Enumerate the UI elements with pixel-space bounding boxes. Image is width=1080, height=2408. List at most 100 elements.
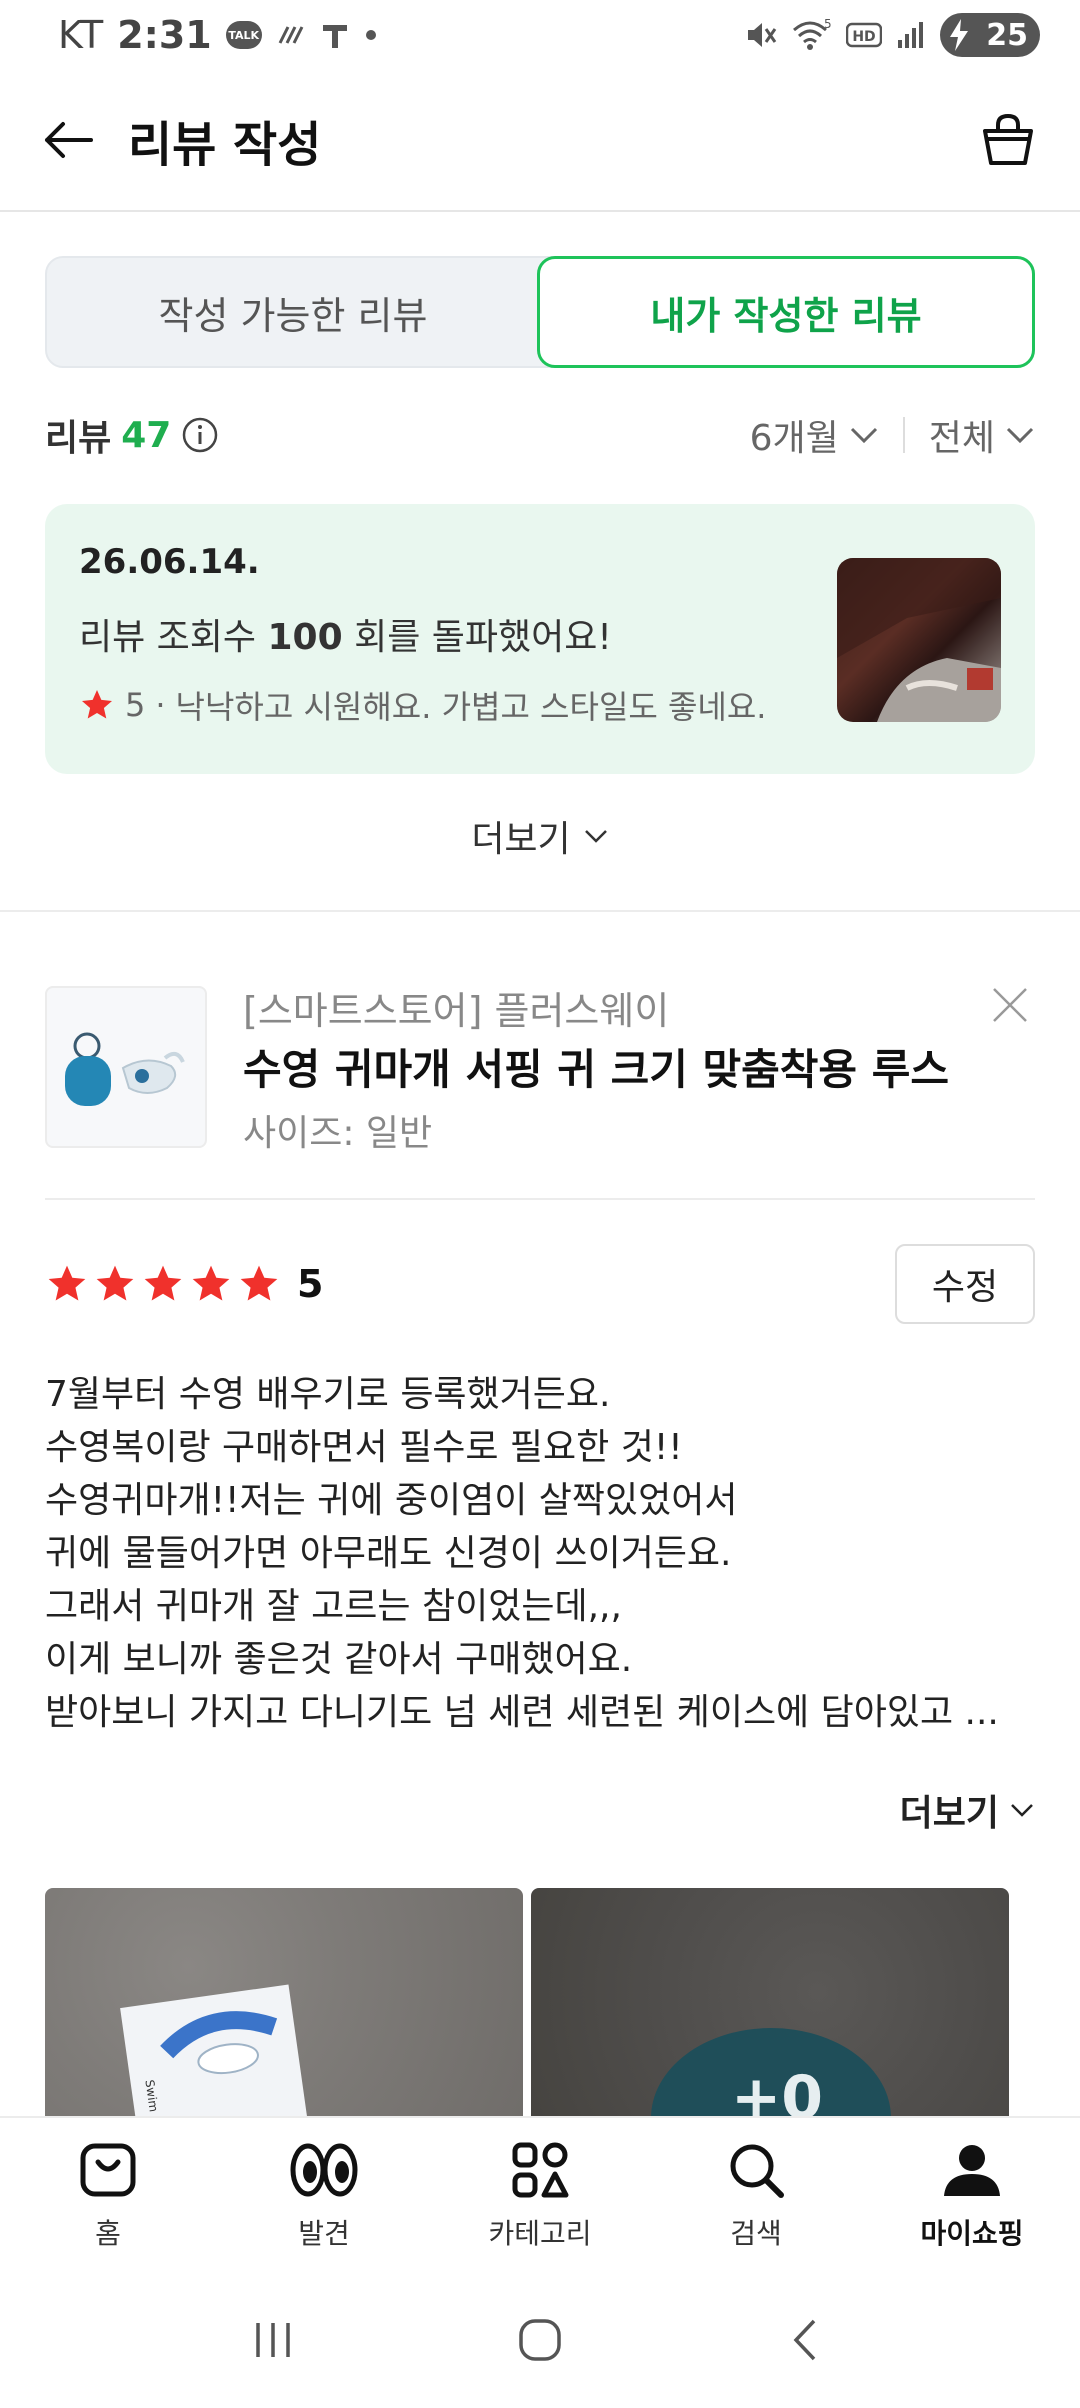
review-milestone-card[interactable]: 26.06.14. 리뷰 조회수 100 회를 돌파했어요! 5 · 낙낙하고 … — [45, 504, 1035, 774]
star-icon — [192, 1265, 230, 1301]
back-chevron-icon — [793, 2319, 815, 2361]
star-icon — [96, 1265, 134, 1301]
more-label: 더보기 — [471, 819, 571, 860]
filters: 6개월 전체 — [750, 409, 1035, 461]
product-thumbnail[interactable] — [45, 986, 207, 1148]
status-left: KT 2:31 TALK — [58, 13, 378, 57]
charging-bolt-icon — [950, 19, 968, 51]
review-count-label: 리뷰 — [45, 418, 112, 459]
review-photo[interactable]: +0 — [531, 1888, 1009, 2118]
home-circle-icon — [519, 2319, 561, 2361]
bottom-navigation: 홈 발견 카테고리 검색 마이쇼핑 — [0, 2116, 1080, 2276]
product-name[interactable]: 수영 귀마개 서핑 귀 크기 맞춤착용 루스 — [243, 1036, 949, 1097]
hd-icon: HD — [846, 21, 882, 49]
page-title: 리뷰 작성 — [128, 117, 322, 173]
review-line: 수영복이랑 구매하면서 필수로 필요한 것!! — [45, 1427, 683, 1468]
notice-separator: · — [155, 686, 166, 724]
eyes-icon — [290, 2143, 358, 2197]
review-line: 이게 보니까 좋은것 같아서 구매했어요. — [45, 1639, 633, 1680]
mute-icon — [744, 18, 778, 52]
store-name: [스마트스토어] 플러스웨이 — [243, 989, 670, 1033]
search-icon — [730, 2144, 784, 2198]
info-icon[interactable] — [181, 416, 219, 454]
review-count-row: 리뷰 47 6개월 전체 — [45, 400, 1035, 470]
star-icon — [144, 1265, 182, 1301]
review-line: 귀에 물들어가면 아무래도 신경이 쓰이거든요. — [45, 1533, 732, 1574]
nav-discover[interactable]: 발견 — [216, 2118, 432, 2276]
nav-label: 발견 — [298, 2217, 350, 2250]
wifi-badge: 5 — [824, 18, 832, 31]
edit-review-button[interactable]: 수정 — [895, 1244, 1035, 1324]
battery-level: 25 — [986, 17, 1028, 53]
nav-label: 마이쇼핑 — [920, 2217, 1024, 2250]
system-back-button[interactable] — [782, 2315, 832, 2369]
app-header: 리뷰 작성 — [0, 70, 1080, 212]
nav-search[interactable]: 검색 — [648, 2118, 864, 2276]
close-button[interactable] — [985, 980, 1035, 1030]
star-icon — [82, 690, 112, 719]
notice-message-count: 100 — [267, 617, 343, 658]
review-line: 받아보니 가지고 다니기도 넘 세련 세련된 케이스에 담아있고 ... — [45, 1692, 999, 1733]
notice-snippet-text: 낙낙하고 시원해요. 가볍고 스타일도 좋네요. — [175, 688, 767, 726]
product-info: [스마트스토어] 플러스웨이 수영 귀마개 서핑 귀 크기 맞춤착용 루스 사이… — [45, 980, 1035, 1154]
review-more-button[interactable]: 더보기 — [900, 1784, 1035, 1836]
notice-more-button[interactable]: 더보기 — [0, 806, 1080, 866]
nav-label: 검색 — [730, 2217, 782, 2250]
section-divider — [0, 910, 1080, 912]
review-photos: Swim +0 — [45, 1888, 1035, 2118]
clock: 2:31 — [117, 13, 212, 57]
t-icon — [320, 20, 350, 50]
recent-apps-button[interactable] — [248, 2315, 298, 2369]
person-icon — [944, 2145, 1000, 2196]
svg-text:+0: +0 — [731, 2063, 823, 2118]
back-button[interactable] — [40, 112, 96, 168]
nav-home[interactable]: 홈 — [0, 2118, 216, 2276]
review-count-value: 47 — [121, 414, 172, 456]
rating-row: 5 수정 — [45, 1244, 1035, 1324]
status-right: 5 HD 25 — [744, 13, 1040, 57]
review-line: 수영귀마개!!저는 귀에 중이염이 살짝있었어서 — [45, 1480, 738, 1521]
signal-icon — [896, 20, 926, 50]
notice-message-suffix: 회를 돌파했어요! — [342, 617, 612, 658]
review-tabs: 작성 가능한 리뷰 내가 작성한 리뷰 — [45, 256, 1035, 368]
period-filter-label: 6개월 — [749, 418, 839, 459]
hd-badge: HD — [852, 29, 875, 45]
period-filter[interactable]: 6개월 — [750, 409, 879, 461]
status-bar: KT 2:31 TALK 5 HD 25 — [0, 0, 1080, 70]
shopping-bag-icon — [983, 113, 1033, 165]
chevron-down-icon — [1006, 427, 1034, 444]
type-filter[interactable]: 전체 — [929, 409, 1035, 461]
wifi-icon: 5 — [792, 18, 832, 52]
tab-my-reviews[interactable]: 내가 작성한 리뷰 — [537, 256, 1035, 368]
home-bag-icon — [80, 2143, 136, 2197]
star-icon — [48, 1265, 86, 1301]
filter-divider — [902, 417, 905, 453]
shopping-bag-button[interactable] — [976, 108, 1040, 172]
carrier-label: KT — [58, 13, 104, 57]
review-line: 그래서 귀마개 잘 고르는 참이었는데,,, — [45, 1586, 622, 1627]
nav-my-shopping[interactable]: 마이쇼핑 — [864, 2118, 1080, 2276]
system-home-button[interactable] — [515, 2315, 565, 2369]
star-rating — [45, 1262, 281, 1306]
review-photo[interactable]: Swim — [45, 1888, 523, 2118]
review-line: 7월부터 수영 배우기로 등록했거든요. — [45, 1374, 611, 1415]
review-photo-thumbnail[interactable] — [837, 558, 1001, 722]
category-grid-icon — [512, 2142, 569, 2198]
notice-star-value: 5 — [125, 686, 146, 724]
arrow-left-icon — [45, 122, 93, 158]
nav-label: 카테고리 — [488, 2217, 592, 2250]
star-icon — [240, 1265, 278, 1301]
recent-apps-icon — [256, 2323, 291, 2357]
notice-message-prefix: 리뷰 조회수 — [79, 617, 268, 658]
kakaotalk-icon: TALK — [225, 21, 262, 49]
product-divider — [45, 1198, 1035, 1200]
type-filter-label: 전체 — [928, 418, 995, 459]
chevron-down-icon — [1011, 1804, 1033, 1817]
battery-indicator: 25 — [940, 13, 1040, 57]
review-more-label: 더보기 — [899, 1793, 999, 1834]
rating-value: 5 — [297, 1262, 324, 1306]
close-icon — [993, 988, 1027, 1022]
tab-writable-reviews[interactable]: 작성 가능한 리뷰 — [47, 258, 539, 366]
nav-category[interactable]: 카테고리 — [432, 2118, 648, 2276]
review-body: 7월부터 수영 배우기로 등록했거든요. 수영복이랑 구매하면서 필수로 필요한… — [45, 1368, 1035, 1739]
